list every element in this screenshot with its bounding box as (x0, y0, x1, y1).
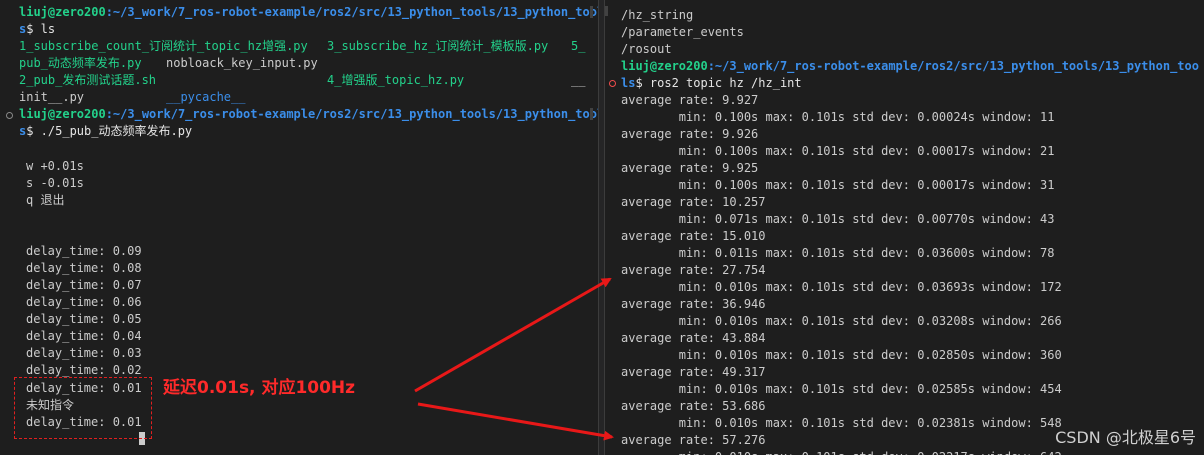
annotation-arrows (414, 277, 614, 441)
arrow-to-rate-57 (417, 402, 614, 441)
watermark: CSDN @北极星6号 (1055, 428, 1196, 447)
arrow-to-rate-27 (414, 277, 612, 393)
